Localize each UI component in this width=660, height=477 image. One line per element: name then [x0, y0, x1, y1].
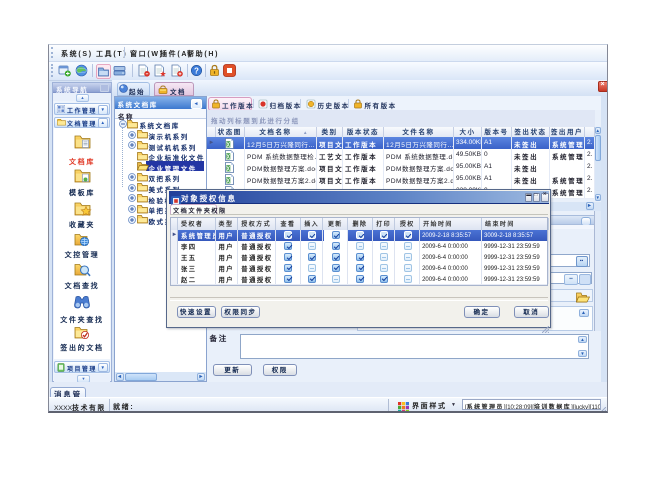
- svg-text:?: ?: [194, 66, 199, 75]
